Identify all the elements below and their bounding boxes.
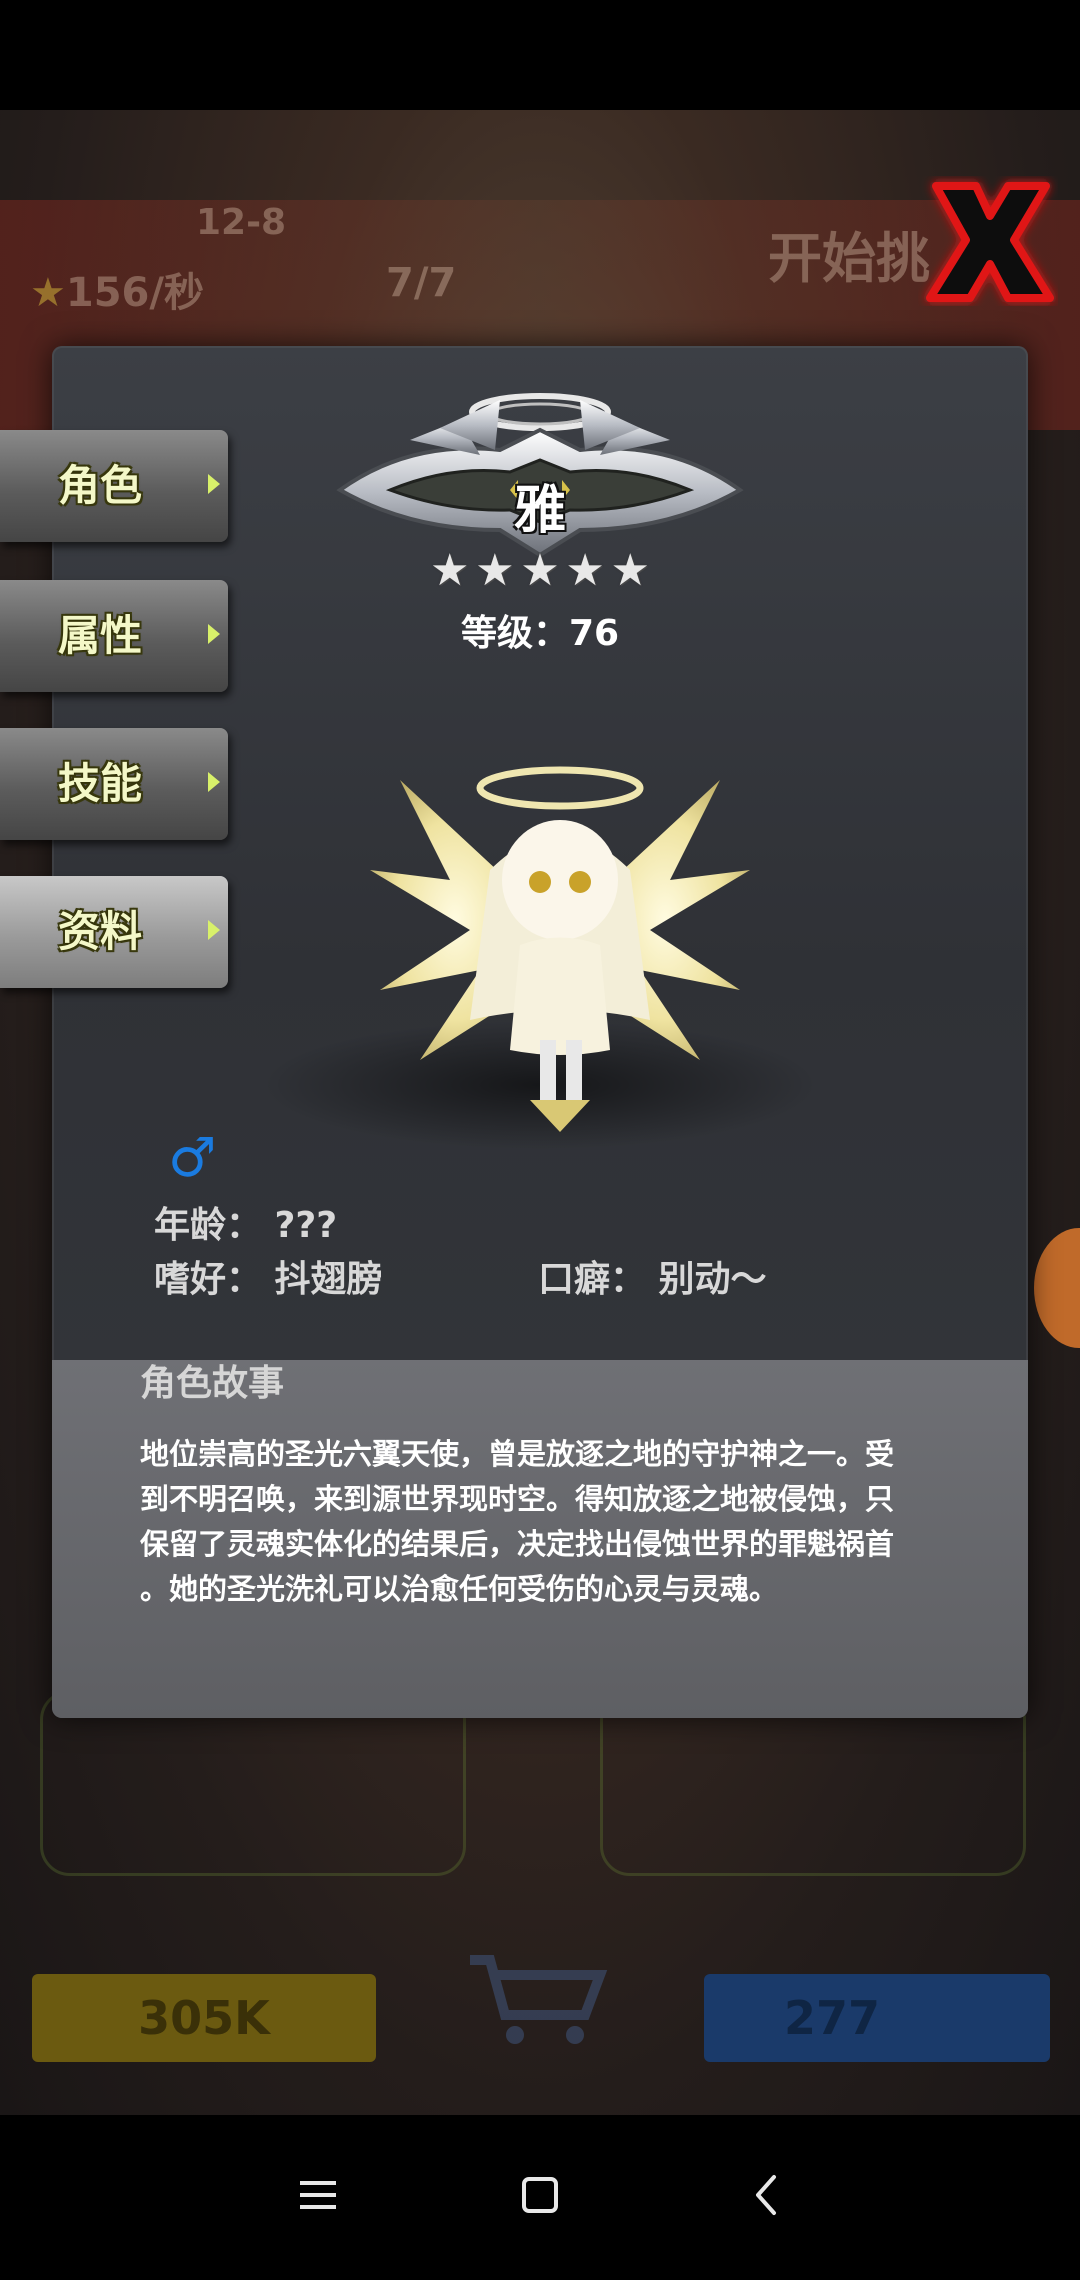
status-bar bbox=[0, 0, 1080, 110]
tab-label: 角色 bbox=[58, 461, 143, 510]
menu-icon[interactable] bbox=[278, 2155, 358, 2235]
star-icon: ★ bbox=[430, 545, 470, 596]
bg-side-button bbox=[1034, 1228, 1080, 1348]
character-level: 等级：76 bbox=[460, 613, 620, 654]
star-icon: ★ bbox=[520, 545, 560, 596]
back-icon[interactable] bbox=[728, 2155, 808, 2235]
story-text: 地位崇高的圣光六翼天使，曾是放逐之地的守护神之一。受 到不明召唤，来到源世界现时… bbox=[140, 1432, 940, 1612]
bg-rate-value: 156/秒 bbox=[65, 270, 204, 316]
tab-attributes[interactable]: 属性 bbox=[0, 580, 228, 692]
age-label: 年龄： ??? bbox=[154, 1205, 338, 1246]
male-icon: ♂ bbox=[168, 1126, 217, 1189]
story-line: 保留了灵魂实体化的结果后，决定找出侵蚀世界的罪魁祸首 bbox=[140, 1527, 895, 1561]
close-icon[interactable] bbox=[918, 176, 1058, 306]
catchphrase-label: 口癖： 别动～ bbox=[538, 1259, 767, 1300]
tab-label: 资料 bbox=[58, 907, 143, 956]
tab-profile[interactable]: 资料 bbox=[0, 876, 228, 988]
home-icon[interactable] bbox=[500, 2155, 580, 2235]
story-line: 到不明召唤，来到源世界现时空。得知放逐之地被侵蚀，只 bbox=[140, 1482, 895, 1516]
bg-gem-value: 277 bbox=[784, 1991, 881, 2045]
hobby-label: 嗜好： 抖翅膀 bbox=[154, 1259, 383, 1300]
bg-gold-value: 305K bbox=[138, 1991, 270, 2045]
tab-skills[interactable]: 技能 bbox=[0, 728, 228, 840]
star-icon: ★ bbox=[610, 545, 650, 596]
tab-label: 属性 bbox=[58, 611, 143, 660]
navigation-bar bbox=[0, 2115, 1080, 2280]
bg-gem-counter: 277 bbox=[704, 1974, 1050, 2062]
tab-label: 技能 bbox=[58, 759, 143, 808]
bg-count-label: 7/7 bbox=[386, 260, 457, 306]
chevron-right-icon bbox=[208, 920, 220, 940]
bg-rate-label: ★156/秒 bbox=[30, 260, 204, 318]
chevron-right-icon bbox=[208, 624, 220, 644]
story-line: 。她的圣光洗礼可以治愈任何受伤的心灵与灵魂。 bbox=[140, 1572, 779, 1606]
bg-start-button-label: 开始挑 bbox=[768, 227, 930, 290]
star-rating: ★ ★ ★ ★ ★ bbox=[430, 546, 650, 596]
story-line: 地位崇高的圣光六翼天使，曾是放逐之地的守护神之一。受 bbox=[140, 1437, 895, 1471]
chevron-right-icon bbox=[208, 474, 220, 494]
character-name: 雅 bbox=[513, 481, 566, 541]
star-icon: ★ bbox=[475, 545, 515, 596]
star-icon: ★ bbox=[565, 545, 605, 596]
bg-cart-icon bbox=[470, 1955, 608, 2044]
chevron-right-icon bbox=[208, 772, 220, 792]
bg-stage-label: 12-8 bbox=[196, 202, 287, 243]
character-portrait bbox=[370, 766, 750, 1132]
bg-gold-counter: 305K bbox=[32, 1974, 376, 2062]
tab-character[interactable]: 角色 bbox=[0, 430, 228, 542]
bg-star-icon: ★ bbox=[30, 270, 66, 316]
story-title: 角色故事 bbox=[140, 1363, 285, 1404]
